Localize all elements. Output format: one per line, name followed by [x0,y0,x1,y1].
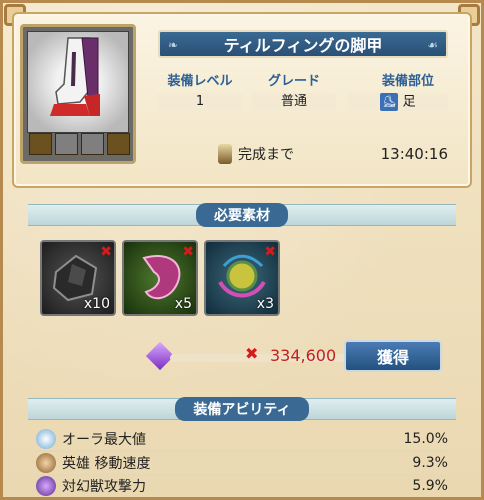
boot-icon [27,31,129,133]
socket-slot [81,133,104,155]
abilities-header: 装備アビリティ [28,397,456,421]
completion-timer: 完成まで 13:40:16 [218,142,448,166]
unavailable-icon: ✖ [182,244,194,260]
equipment-icon-frame[interactable] [20,24,136,164]
equipment-title: ❧ ティルフィングの脚甲 ☙ [158,30,448,58]
material-slot-3[interactable]: ✖ x3 [204,240,280,316]
insufficient-icon: ✖ [245,344,259,363]
ornament-icon: ❧ [168,38,179,52]
aura-icon [36,429,56,449]
ability-row: 英雄 移動速度 9.3% [36,452,448,474]
hero-icon [36,453,56,473]
ability-row: オーラ最大値 15.0% [36,428,448,450]
empty-slot [29,133,52,155]
material-slot-1[interactable]: ✖ x10 [40,240,116,316]
ornament-icon: ☙ [427,38,438,52]
socket-slot [55,133,78,155]
empty-slot [107,133,130,155]
beast-icon [36,476,56,496]
hourglass-icon [218,144,232,164]
unavailable-icon: ✖ [100,244,112,260]
boot-slot-icon: ⛸ [380,93,399,111]
material-slot-2[interactable]: ✖ x5 [122,240,198,316]
ability-row: 対幻獣攻撃力 5.9% [36,475,448,497]
socket-slots [29,133,130,155]
stat-grade: グレード 普通 [252,70,336,111]
materials-header: 必要素材 [28,203,456,227]
stat-slot: 装備部位 ⛸ 足 [348,70,448,111]
stat-equip-level: 装備レベル 1 [158,70,242,111]
unavailable-icon: ✖ [264,244,276,260]
acquire-button[interactable]: 獲得 [344,340,442,372]
